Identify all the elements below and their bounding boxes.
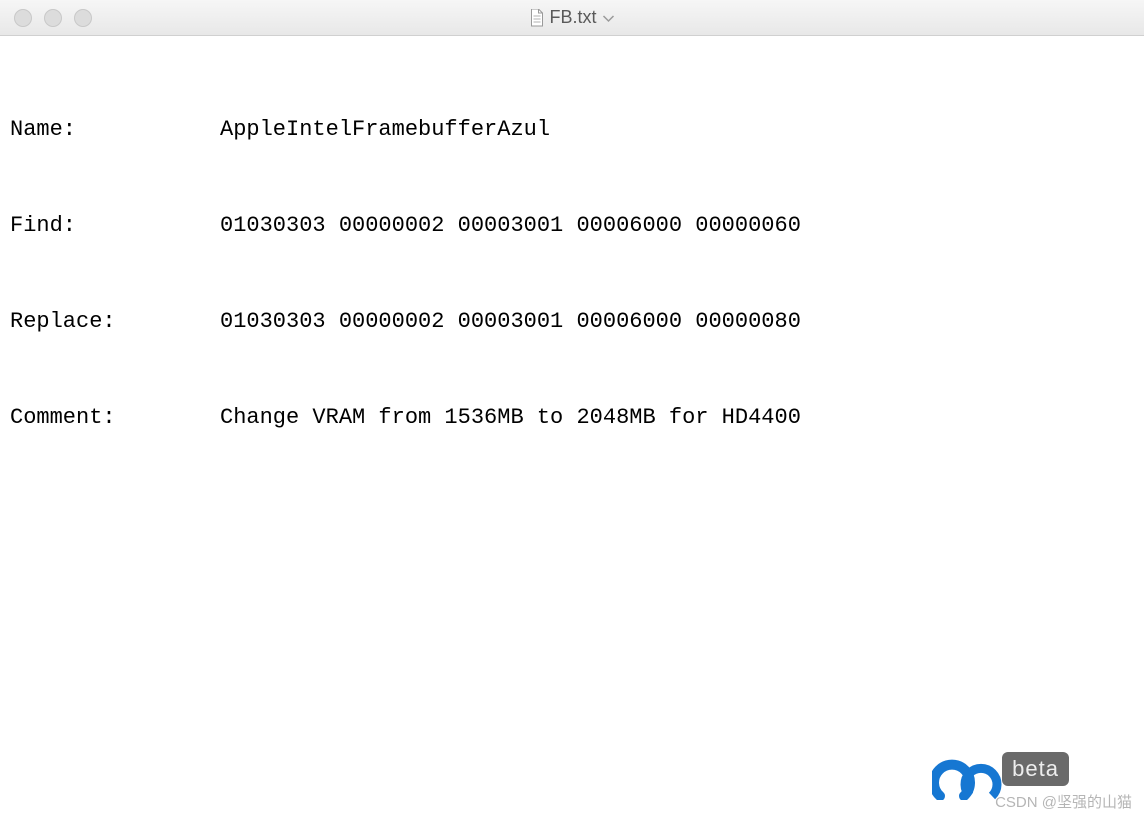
traffic-lights	[0, 9, 92, 27]
chevron-down-icon	[603, 10, 615, 26]
beta-badge: beta	[1002, 752, 1069, 786]
row-name: Name: AppleIntelFramebufferAzul	[10, 114, 1134, 146]
value-replace: 01030303 00000002 00003001 00006000 0000…	[220, 306, 1134, 338]
minimize-button[interactable]	[44, 9, 62, 27]
window-title[interactable]: FB.txt	[529, 7, 614, 28]
label-comment: Comment:	[10, 402, 220, 434]
close-button[interactable]	[14, 9, 32, 27]
document-icon	[529, 9, 543, 27]
watermark-csdn: CSDN @坚强的山猫	[995, 791, 1132, 812]
pc-logo-icon	[932, 750, 1002, 800]
label-replace: Replace:	[10, 306, 220, 338]
text-content[interactable]: Name: AppleIntelFramebufferAzul Find: 01…	[0, 36, 1144, 480]
value-find: 01030303 00000002 00003001 00006000 0000…	[220, 210, 1134, 242]
titlebar: FB.txt	[0, 0, 1144, 36]
row-replace: Replace: 01030303 00000002 00003001 0000…	[10, 306, 1134, 338]
label-name: Name:	[10, 114, 220, 146]
value-comment: Change VRAM from 1536MB to 2048MB for HD…	[220, 402, 1134, 434]
window-title-text: FB.txt	[549, 7, 596, 28]
zoom-button[interactable]	[74, 9, 92, 27]
row-comment: Comment: Change VRAM from 1536MB to 2048…	[10, 402, 1134, 434]
row-find: Find: 01030303 00000002 00003001 0000600…	[10, 210, 1134, 242]
label-find: Find:	[10, 210, 220, 242]
value-name: AppleIntelFramebufferAzul	[220, 114, 1134, 146]
